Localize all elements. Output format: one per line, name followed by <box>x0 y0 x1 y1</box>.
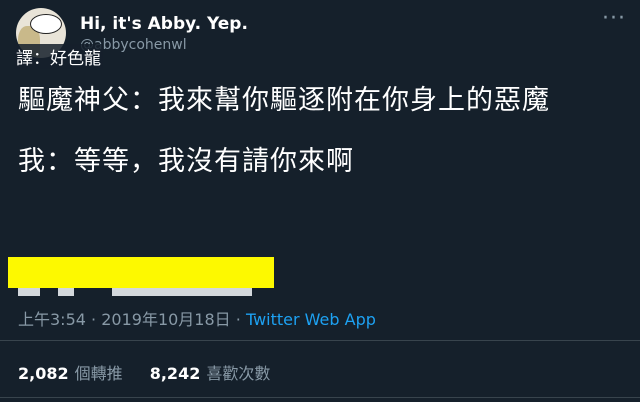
avatar-speech-bubble <box>30 14 62 34</box>
redaction-bar <box>8 257 274 288</box>
tweet-time[interactable]: 上午3:54 <box>18 310 86 329</box>
likes-count[interactable]: 8,242 喜歡次數 <box>150 364 271 383</box>
tweet-meta: 上午3:54 · 2019年10月18日 · Twitter Web App <box>18 306 376 330</box>
translator-credit: 譯：好色龍 <box>14 44 103 69</box>
meta-separator: · <box>91 310 97 329</box>
redaction-smudge <box>112 288 252 296</box>
tweet-text-line-2: 我：等等，我沒有請你來啊 <box>18 146 354 177</box>
redaction-smudge <box>58 288 74 296</box>
meta-separator: · <box>235 310 241 329</box>
more-dots-icon[interactable]: ··· <box>602 8 626 30</box>
tweet-text-line-1: 驅魔神父：我來幫你驅逐附在你身上的惡魔 <box>18 85 550 116</box>
source-app-link[interactable]: Twitter Web App <box>246 310 376 329</box>
display-name[interactable]: Hi, it's Abby. Yep. <box>80 14 248 34</box>
tweet-stats: 2,082 個轉推 8,242 喜歡次數 <box>18 360 292 384</box>
redaction-smudge <box>18 288 40 296</box>
retweets-label: 個轉推 <box>74 364 123 383</box>
retweets-number: 2,082 <box>18 364 69 383</box>
likes-label: 喜歡次數 <box>206 364 271 383</box>
divider <box>0 340 640 341</box>
retweets-count[interactable]: 2,082 個轉推 <box>18 364 128 383</box>
likes-number: 8,242 <box>149 364 201 383</box>
tweet-date[interactable]: 2019年10月18日 <box>101 310 230 329</box>
divider <box>0 397 640 398</box>
